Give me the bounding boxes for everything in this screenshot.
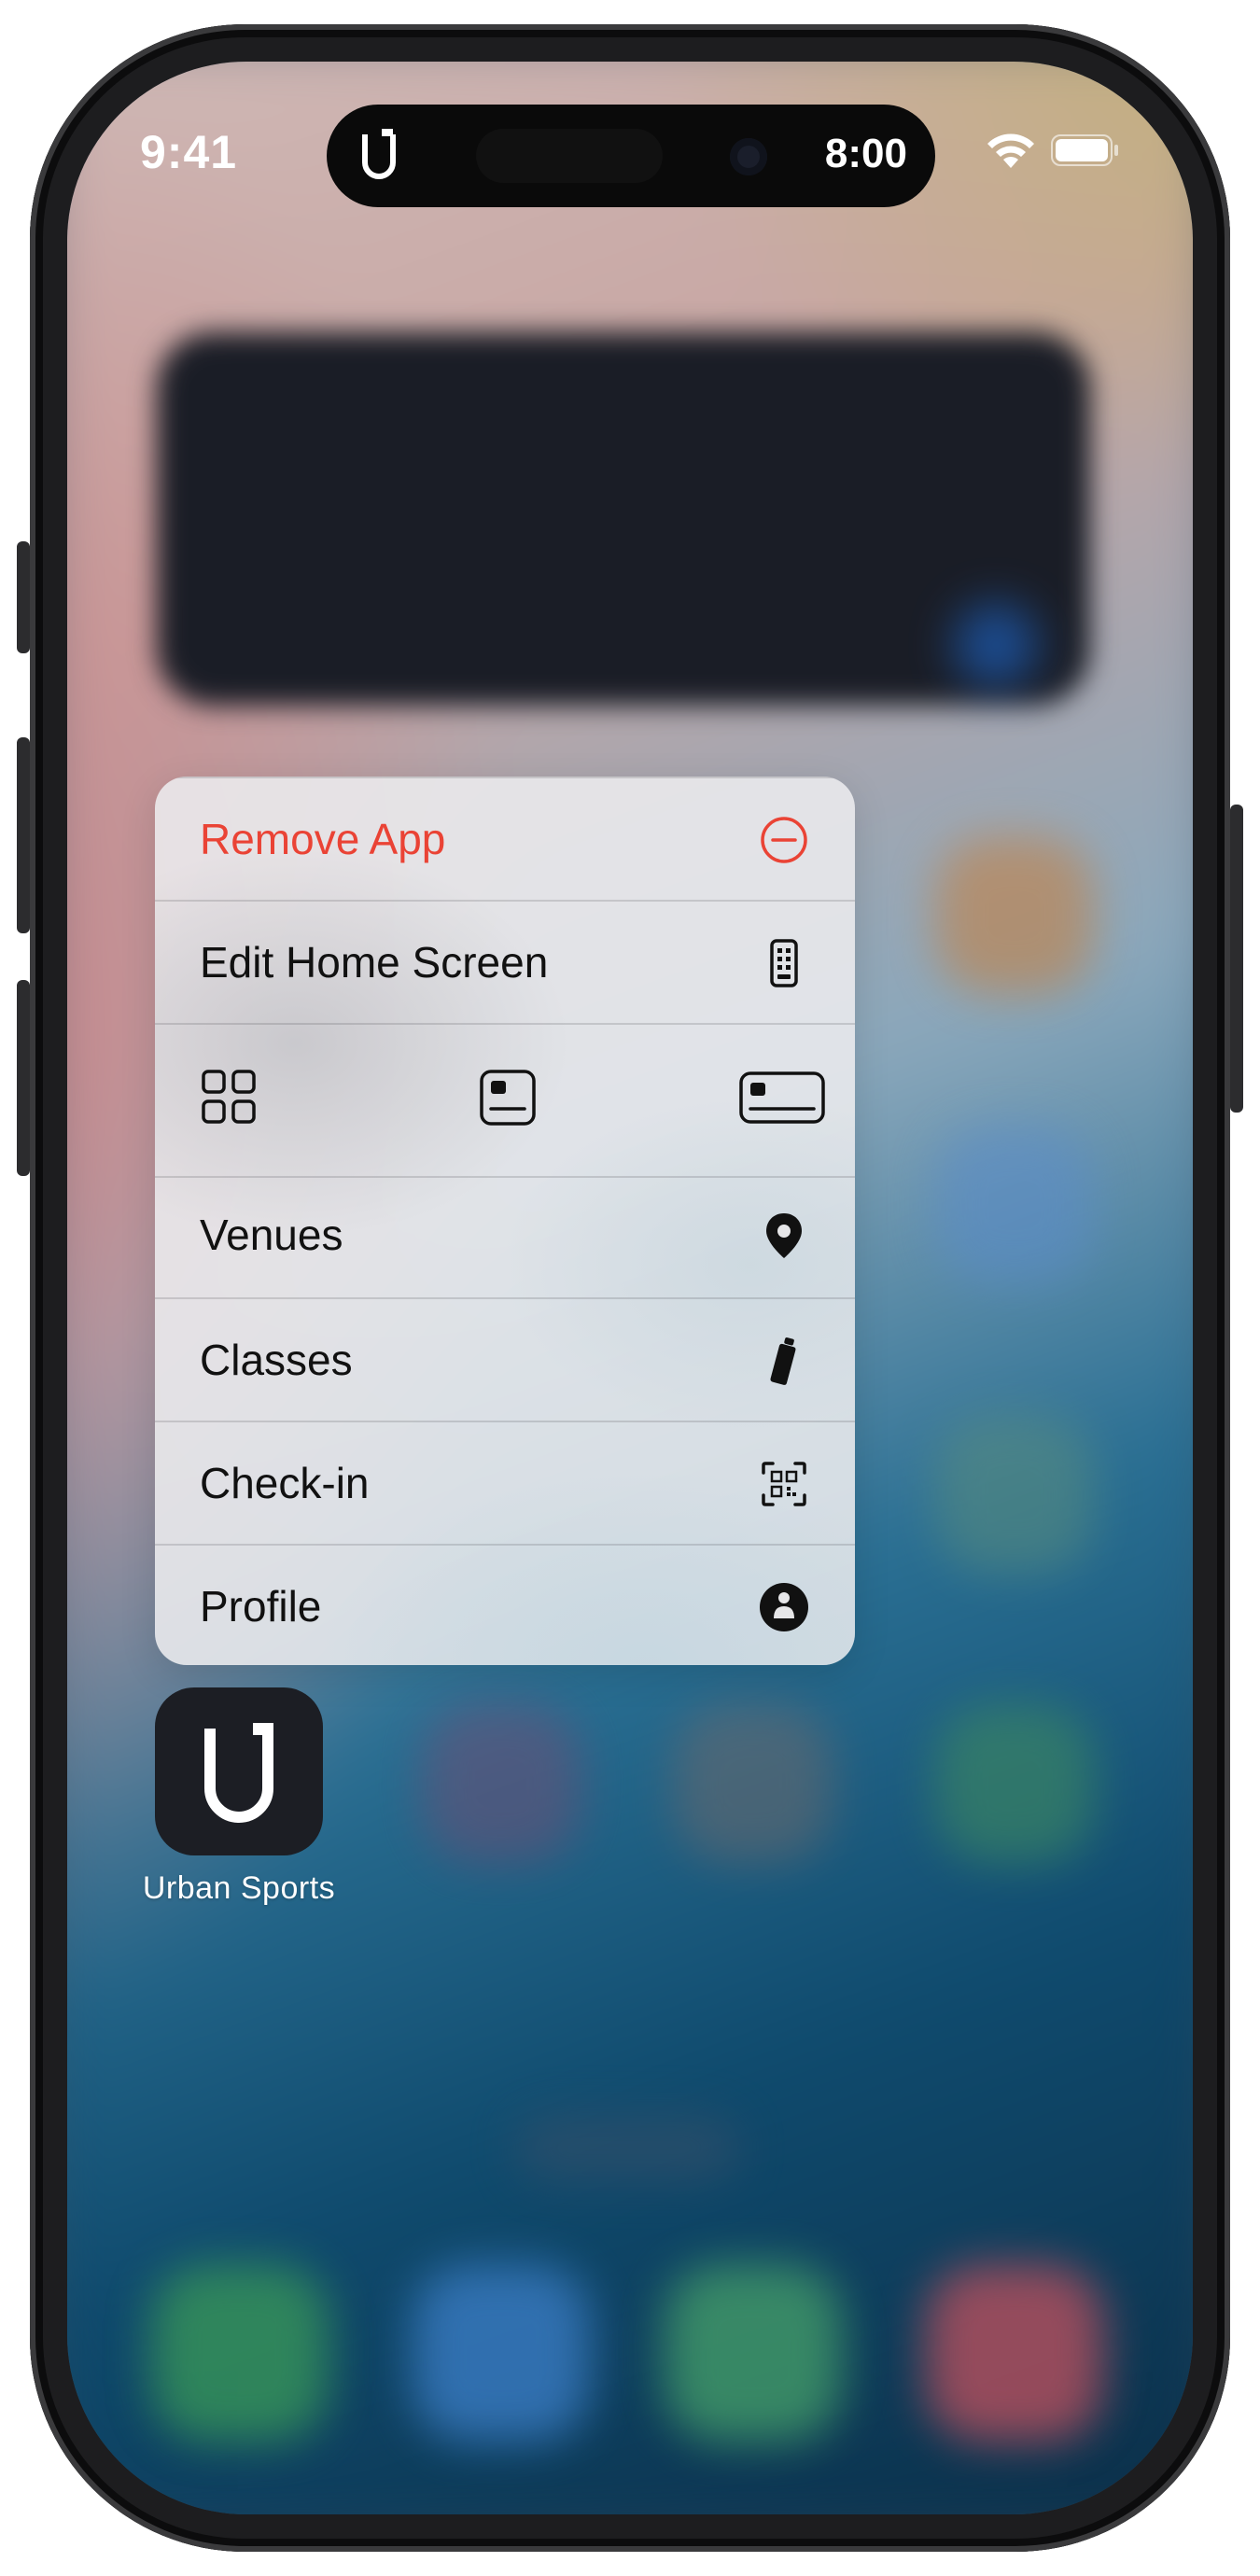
status-time: 9:41 — [140, 126, 238, 178]
edit-home-screen-item[interactable]: Edit Home Screen — [155, 900, 855, 1025]
location-pin-icon — [766, 1213, 802, 1258]
action-button — [17, 541, 30, 653]
medium-widget-icon[interactable] — [478, 1068, 538, 1127]
app-context-menu: Remove App Edit Home Screen Venues Class… — [155, 777, 855, 1665]
shortcut-check-in[interactable]: Check-in — [155, 1421, 855, 1546]
blurred-dock-icon — [413, 2264, 590, 2442]
bottle-icon — [770, 1337, 796, 1385]
front-camera — [730, 138, 767, 175]
remove-app-item[interactable]: Remove App — [155, 777, 855, 902]
shortcut-profile[interactable]: Profile — [155, 1544, 855, 1665]
profile-label: Profile — [200, 1582, 322, 1631]
live-activity-time: 8:00 — [824, 131, 907, 176]
power-button — [1230, 805, 1243, 1113]
blurred-widget-dot — [954, 603, 1038, 687]
classes-label: Classes — [200, 1336, 353, 1384]
volume-down-button — [17, 980, 30, 1176]
qr-code-icon — [762, 1462, 806, 1506]
blurred-dock-icon — [926, 2264, 1103, 2442]
edit-home-screen-label: Edit Home Screen — [200, 938, 549, 987]
large-widget-icon[interactable] — [737, 1068, 827, 1127]
shortcut-venues[interactable]: Venues — [155, 1174, 855, 1297]
shortcut-classes[interactable]: Classes — [155, 1297, 855, 1422]
app-name-label: Urban Sports — [142, 1870, 336, 1906]
venues-label: Venues — [200, 1211, 343, 1259]
blurred-widget — [157, 332, 1090, 706]
blurred-dock-icon — [151, 2264, 329, 2442]
urban-sports-logo-icon — [204, 1723, 273, 1823]
widget-size-row — [155, 1023, 855, 1178]
minus-circle-icon — [761, 817, 807, 863]
check-in-label: Check-in — [200, 1459, 370, 1507]
volume-up-button — [17, 737, 30, 933]
island-sensor — [476, 129, 663, 183]
blurred-search-pill — [515, 2115, 739, 2180]
blurred-dock-icon — [665, 2264, 842, 2442]
blurred-app-icon — [935, 1704, 1094, 1863]
blurred-app-icon — [935, 1415, 1094, 1574]
blurred-app-icon — [935, 836, 1094, 995]
person-icon — [760, 1583, 808, 1631]
blurred-app-icon — [935, 1126, 1094, 1284]
blurred-app-icon — [674, 1704, 833, 1863]
phone-apps-icon — [770, 939, 798, 987]
dynamic-island[interactable]: 8:00 — [327, 105, 935, 207]
blurred-app-icon — [422, 1704, 581, 1863]
urban-sports-app-icon[interactable] — [155, 1687, 323, 1855]
battery-icon — [1051, 134, 1118, 166]
small-widget-icon[interactable] — [200, 1068, 258, 1126]
wifi-icon — [987, 133, 1034, 168]
remove-app-label: Remove App — [200, 815, 446, 863]
urban-sports-logo-icon — [362, 129, 396, 179]
